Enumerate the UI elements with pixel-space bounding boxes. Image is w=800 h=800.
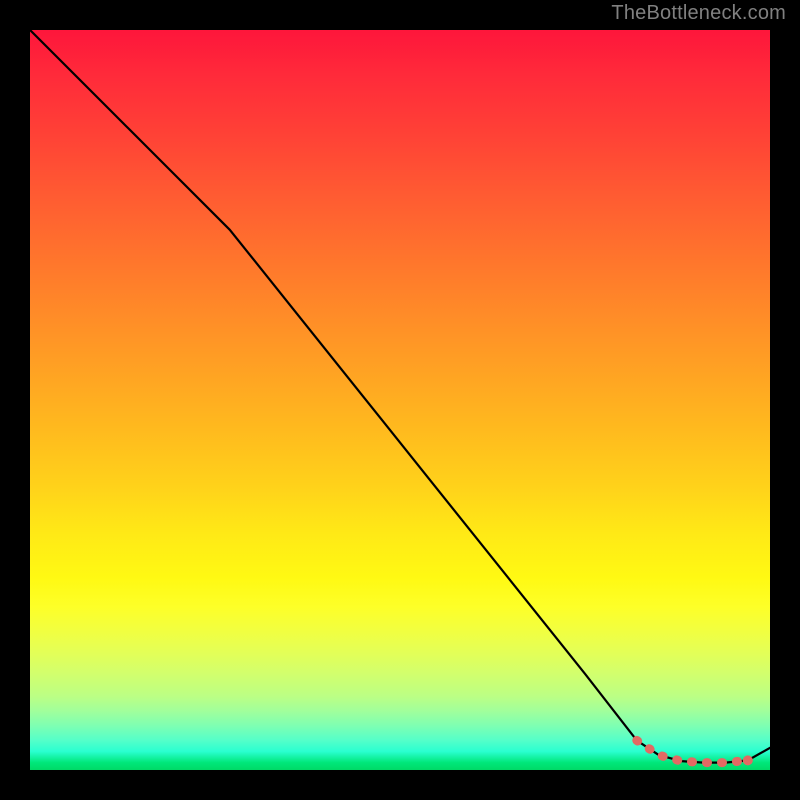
optimal-region-end-dot	[743, 755, 753, 765]
chart-svg-layer	[30, 30, 770, 770]
optimal-region-marker	[637, 740, 748, 762]
bottleneck-curve-line	[30, 30, 770, 763]
attribution-text: TheBottleneck.com	[611, 2, 786, 25]
chart-plot-area	[30, 30, 770, 770]
